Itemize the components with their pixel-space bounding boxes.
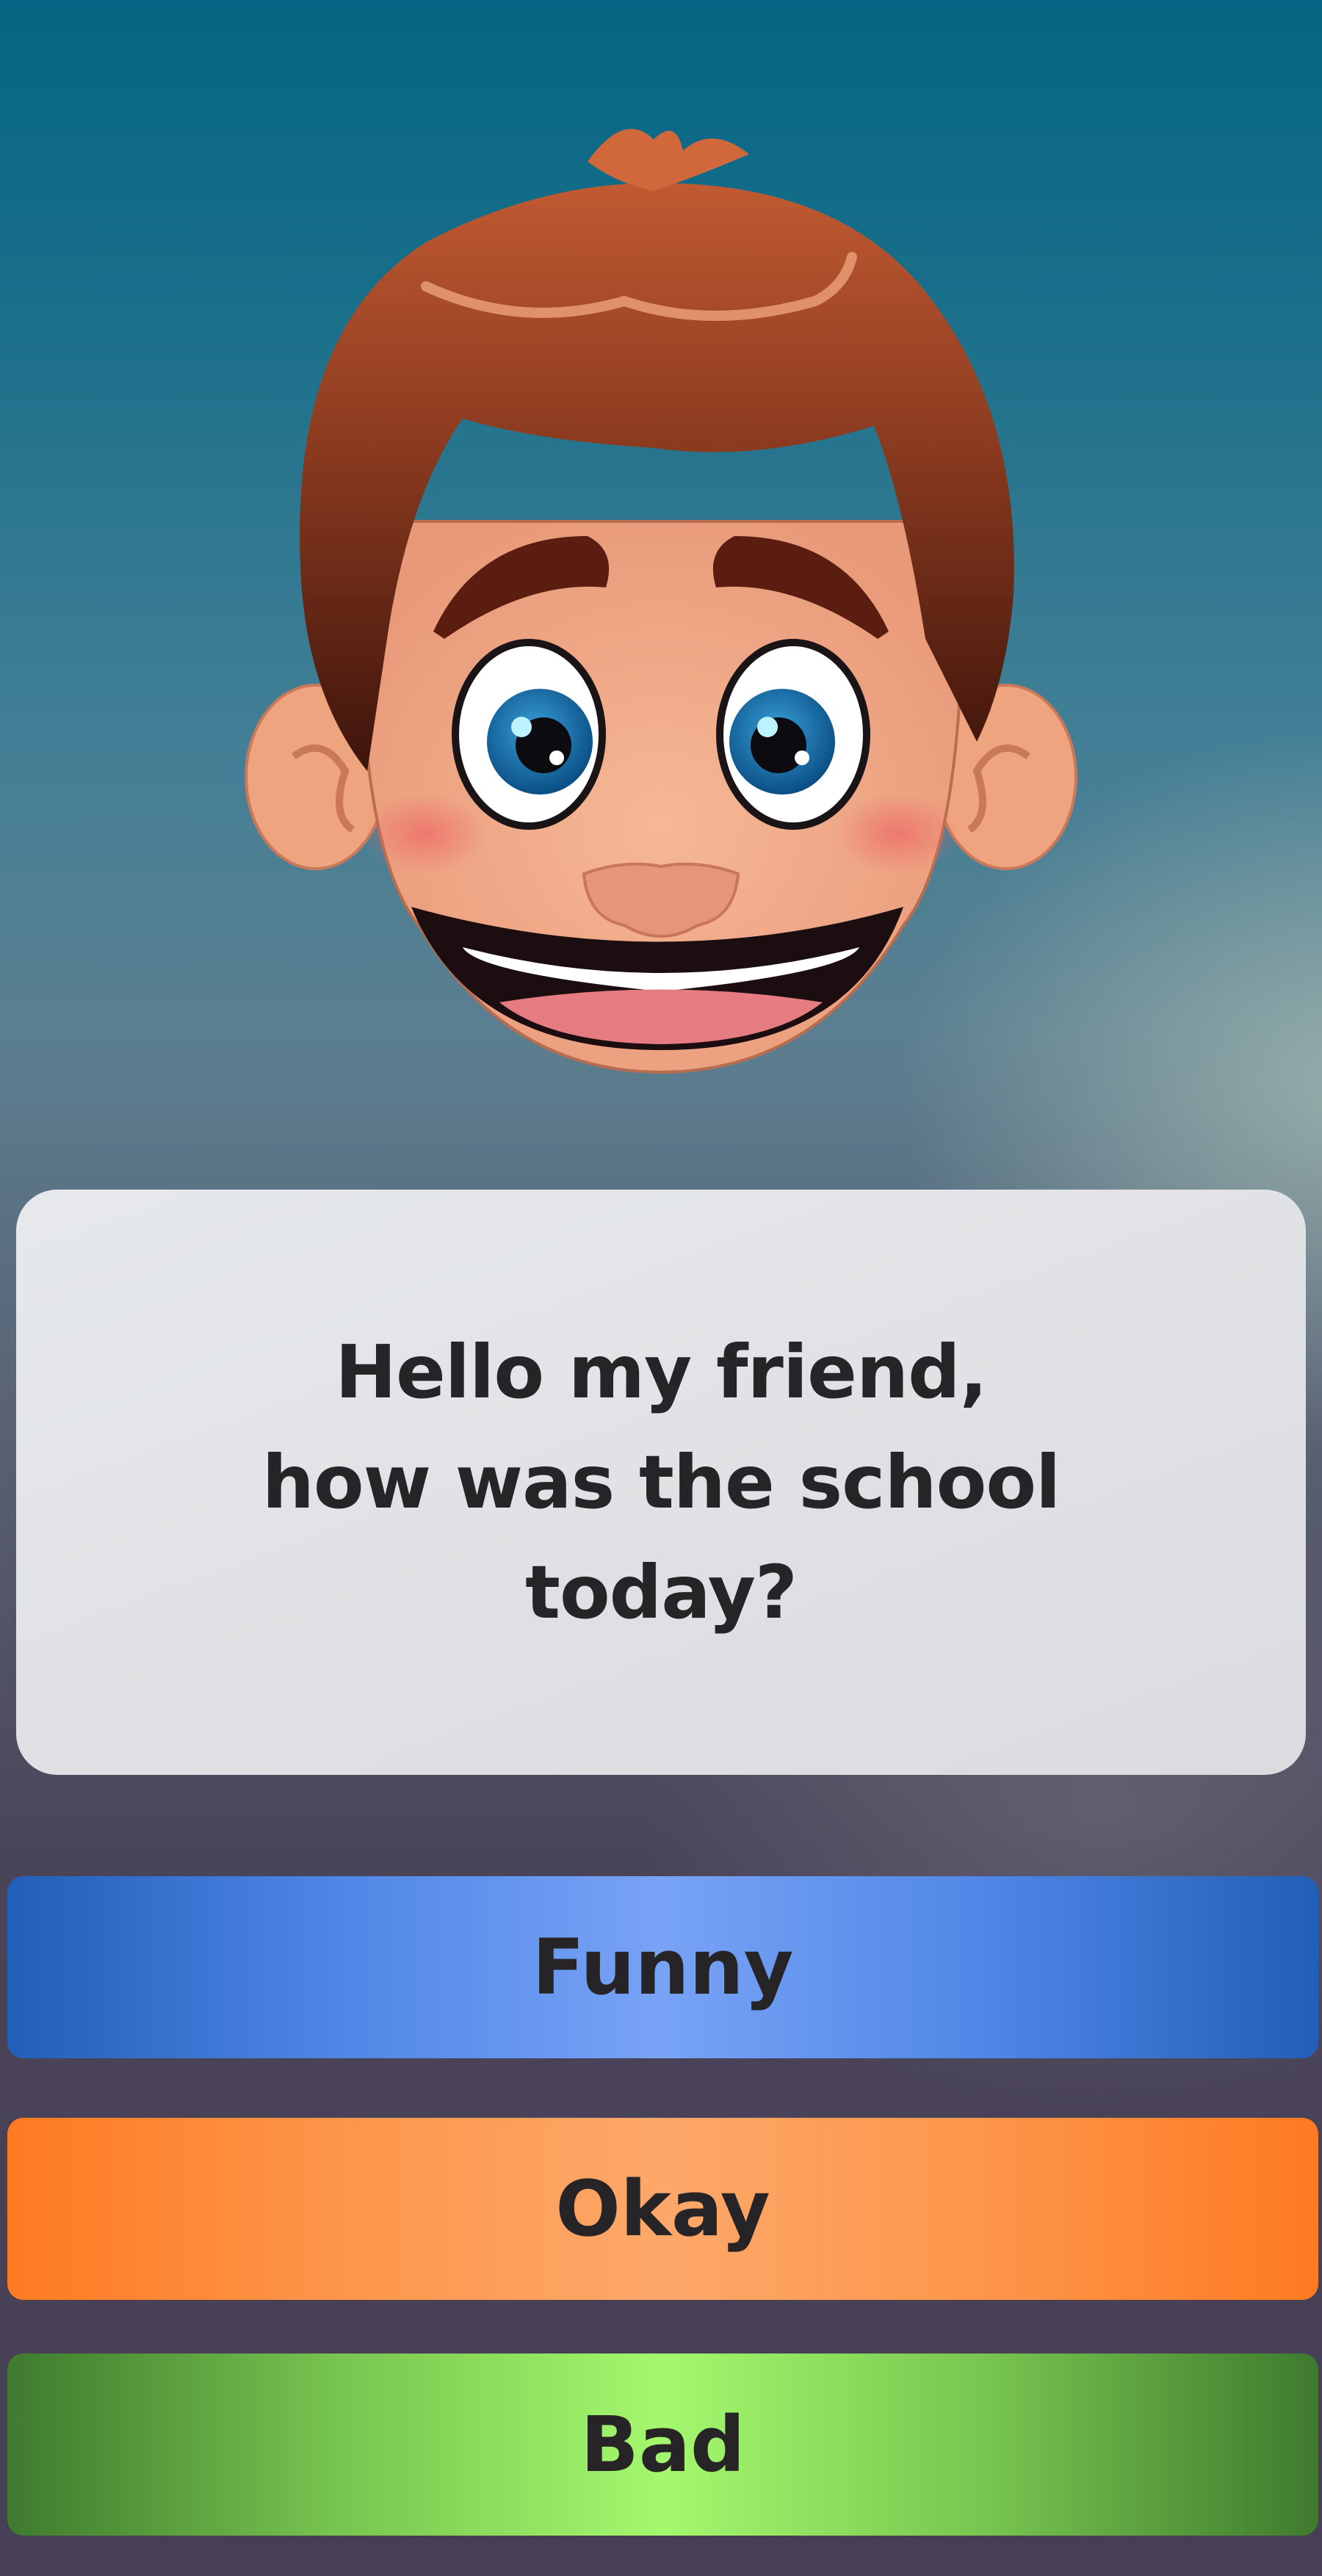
answer-okay-button[interactable]: Okay bbox=[7, 2118, 1318, 2300]
question-line: how was the school bbox=[261, 1439, 1061, 1525]
speech-card: Hello my friend, how was the school toda… bbox=[16, 1190, 1306, 1775]
question-text: Hello my friend, how was the school toda… bbox=[262, 1317, 1061, 1648]
answer-bad-button[interactable]: Bad bbox=[7, 2354, 1318, 2536]
boy-face-illustration bbox=[242, 110, 1080, 1087]
answer-funny-label: Funny bbox=[532, 1922, 794, 2012]
smiling-boy-face-icon bbox=[245, 129, 1077, 1074]
question-line: Hello my friend, bbox=[335, 1328, 987, 1415]
answer-funny-button[interactable]: Funny bbox=[7, 1876, 1318, 2058]
question-line: today? bbox=[525, 1549, 798, 1635]
answer-okay-label: Okay bbox=[555, 2164, 770, 2254]
answer-bad-label: Bad bbox=[580, 2400, 745, 2489]
